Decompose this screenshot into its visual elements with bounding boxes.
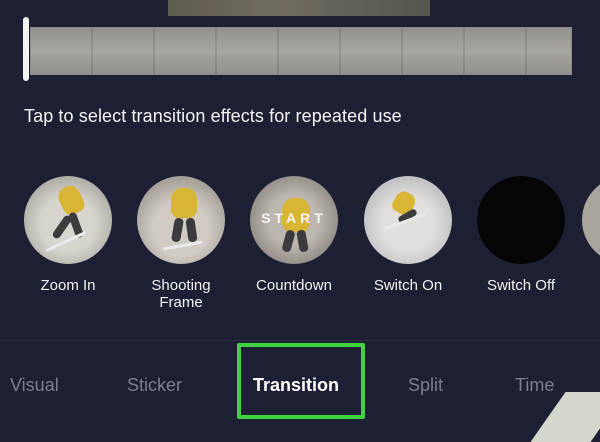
transition-effects-list: Zoom In Shooting Frame START Countdown S… bbox=[0, 176, 600, 316]
effect-countdown[interactable]: START Countdown bbox=[244, 176, 344, 294]
video-preview bbox=[168, 0, 430, 16]
effect-zoom-in[interactable]: Zoom In bbox=[18, 176, 118, 294]
playhead-handle[interactable] bbox=[23, 17, 29, 81]
partial-effect-thumb bbox=[582, 176, 600, 264]
effect-switch-off[interactable]: Switch Off bbox=[471, 176, 571, 294]
effect-label: Switch Off bbox=[486, 277, 556, 294]
effect-label: Zoom In bbox=[40, 277, 96, 294]
effect-switch-on[interactable]: Switch On bbox=[358, 176, 458, 294]
switch-on-thumb bbox=[364, 176, 452, 264]
effect-shooting-frame[interactable]: Shooting Frame bbox=[131, 176, 231, 311]
tab-sticker[interactable]: Sticker bbox=[127, 375, 182, 396]
timeline-strip[interactable] bbox=[30, 27, 572, 75]
switch-off-thumb bbox=[477, 176, 565, 264]
effect-label: Shooting Frame bbox=[151, 277, 211, 311]
countdown-overlay-text: START bbox=[261, 210, 327, 226]
effect-label: Countdown bbox=[256, 277, 332, 294]
countdown-thumb: START bbox=[250, 176, 338, 264]
transition-hint-text: Tap to select transition effects for rep… bbox=[24, 106, 402, 126]
tab-time[interactable]: Time bbox=[515, 375, 554, 396]
effect-label: Switch On bbox=[373, 277, 443, 294]
zoom-in-thumb bbox=[24, 176, 112, 264]
tab-split[interactable]: Split bbox=[408, 375, 443, 396]
tab-visual[interactable]: Visual bbox=[10, 375, 59, 396]
shooting-frame-thumb bbox=[137, 176, 225, 264]
transition-tab-highlight bbox=[237, 343, 365, 419]
effect-partial[interactable] bbox=[582, 176, 600, 264]
